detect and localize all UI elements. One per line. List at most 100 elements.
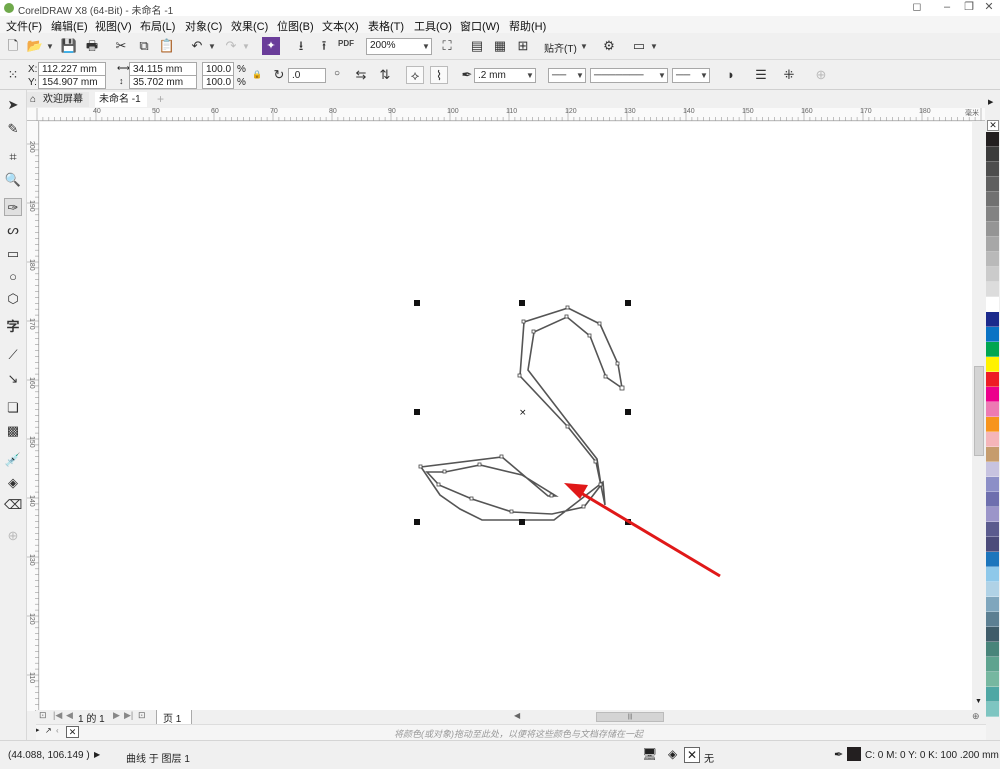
color-swatch[interactable]	[986, 147, 999, 162]
x-position-input[interactable]: 112.227 mm	[38, 62, 106, 76]
polygon-tool-icon[interactable]: ⬡	[4, 290, 22, 308]
rotation-angle-input[interactable]: .0	[288, 68, 326, 83]
vertical-scrollbar[interactable]: ▼	[972, 121, 985, 711]
color-swatch[interactable]	[986, 507, 999, 522]
color-swatch[interactable]	[986, 417, 999, 432]
color-swatch[interactable]	[986, 402, 999, 417]
cut-icon[interactable]: ✂	[112, 37, 130, 55]
zoom-navigator-icon[interactable]: ⊕	[972, 711, 980, 722]
node-tool-icon[interactable]: ⟡	[406, 66, 424, 84]
color-swatch[interactable]	[986, 327, 999, 342]
scroll-left-icon[interactable]: ◀	[514, 711, 520, 720]
scroll-down-icon[interactable]: ▼	[975, 698, 982, 705]
color-swatch[interactable]	[986, 132, 999, 147]
horizontal-scroll-thumb[interactable]: |||	[596, 712, 664, 722]
trim-icon[interactable]: ⌇	[430, 66, 448, 84]
add-tool-icon[interactable]: ⊕	[4, 527, 22, 545]
color-swatch[interactable]	[986, 462, 999, 477]
full-screen-icon[interactable]: ⛶	[438, 37, 456, 55]
print-icon[interactable]: 🖶	[83, 37, 101, 55]
snap-to-menu[interactable]: 贴齐(T)	[544, 40, 577, 55]
lock-ratio-icon[interactable]: 🔒	[252, 70, 262, 79]
menu-text[interactable]: 文本(X)	[322, 18, 359, 34]
launcher-dropdown-icon[interactable]: ▼	[650, 42, 658, 51]
fill-bucket-icon[interactable]: ◈	[668, 747, 677, 761]
outline-pen-status-icon[interactable]: ✒	[834, 748, 843, 761]
handle-bottom-left[interactable]	[414, 519, 420, 525]
prev-page-icon[interactable]: |◀	[53, 710, 62, 721]
pen-tool-icon[interactable]: ✑	[4, 198, 22, 216]
color-swatch[interactable]	[986, 312, 999, 327]
publish-pdf-icon[interactable]: PDF	[338, 39, 354, 48]
options-gear-icon[interactable]: ⚙	[600, 37, 618, 55]
handle-middle-left[interactable]	[414, 409, 420, 415]
color-swatch[interactable]	[986, 567, 999, 582]
color-swatch[interactable]	[986, 297, 999, 312]
line-style-dropdown-icon[interactable]: ▼	[658, 71, 666, 80]
smart-fill-icon[interactable]: ⌫	[4, 496, 22, 514]
menu-view[interactable]: 视图(V)	[95, 18, 132, 34]
no-color-swatch[interactable]: ✕	[66, 726, 79, 738]
menu-layout[interactable]: 布局(L)	[140, 18, 175, 34]
close-curve-icon[interactable]: ◗	[722, 66, 740, 84]
undo-icon[interactable]: ↶	[188, 37, 206, 55]
application-launcher-icon[interactable]: ▭	[630, 37, 648, 55]
color-swatch[interactable]	[986, 282, 999, 297]
tab-welcome[interactable]: ⌂ 欢迎屏幕	[27, 92, 89, 107]
y-position-input[interactable]: 154.907 mm	[38, 75, 106, 89]
add-page-icon[interactable]: ⊡	[138, 710, 146, 721]
outline-width-dropdown-icon[interactable]: ▼	[526, 71, 534, 80]
color-swatch[interactable]	[986, 537, 999, 552]
line-style-select[interactable]: ───────	[590, 68, 668, 83]
mirror-horizontal-icon[interactable]: ⇆	[352, 66, 370, 84]
color-swatch[interactable]	[986, 702, 999, 717]
color-swatch[interactable]	[986, 387, 999, 402]
handle-top-right[interactable]	[625, 300, 631, 306]
color-proof-icon[interactable]: 🖥	[642, 747, 657, 761]
drawing-canvas[interactable]: ×	[40, 122, 985, 710]
color-swatch[interactable]	[986, 687, 999, 702]
save-icon[interactable]: 💾	[60, 37, 78, 55]
color-swatch[interactable]	[986, 597, 999, 612]
color-swatch[interactable]	[986, 192, 999, 207]
color-swatch[interactable]	[986, 612, 999, 627]
handle-bottom-center[interactable]	[519, 519, 525, 525]
undo-dropdown-icon[interactable]: ▼	[208, 42, 216, 51]
handle-top-left[interactable]	[414, 300, 420, 306]
menu-edit[interactable]: 编辑(E)	[51, 18, 88, 34]
docker-expand-icon[interactable]: ▶	[988, 98, 993, 106]
color-swatch[interactable]	[986, 672, 999, 687]
zoom-dropdown-icon[interactable]: ▼	[422, 42, 430, 51]
color-swatch[interactable]	[986, 657, 999, 672]
new-document-icon[interactable]: 🗋	[4, 37, 22, 55]
height-input[interactable]: 35.702 mm	[129, 75, 197, 89]
search-content-icon[interactable]: ✦	[262, 37, 280, 55]
status-expand-icon[interactable]: ▶	[94, 750, 100, 759]
paste-icon[interactable]: 📋	[158, 37, 176, 55]
crop-tool-icon[interactable]: ⌗	[4, 148, 22, 166]
show-rulers-icon[interactable]: ▤	[468, 37, 486, 55]
menu-bitmaps[interactable]: 位图(B)	[277, 18, 314, 34]
horizontal-scrollbar[interactable]: ◀ ||| ⊕	[514, 711, 980, 723]
handle-top-center[interactable]	[519, 300, 525, 306]
shape-tool-icon[interactable]: ✎	[4, 120, 22, 138]
color-swatch[interactable]	[986, 522, 999, 537]
color-swatch[interactable]	[986, 267, 999, 282]
color-swatch[interactable]	[986, 372, 999, 387]
add-tab-icon[interactable]: +	[157, 92, 164, 106]
tab-document[interactable]: 未命名 -1	[95, 92, 147, 107]
transparency-icon[interactable]: ▩	[4, 422, 22, 440]
menu-window[interactable]: 窗口(W)	[460, 18, 500, 34]
quick-customize-icon[interactable]: ⁜	[780, 66, 798, 84]
menu-file[interactable]: 文件(F)	[6, 18, 42, 34]
first-page-icon[interactable]: ⊡	[39, 710, 47, 721]
color-swatch[interactable]	[986, 582, 999, 597]
connector-tool-icon[interactable]: ↘	[4, 370, 22, 388]
object-origin-icon[interactable]: ⁙	[4, 66, 22, 84]
user-icon[interactable]: ◻	[908, 1, 926, 14]
eyedropper-icon[interactable]: 💉	[4, 451, 22, 469]
color-swatch[interactable]	[986, 252, 999, 267]
start-arrow-dropdown-icon[interactable]: ▼	[576, 71, 584, 80]
text-tool-icon[interactable]: 字	[4, 318, 22, 336]
close-icon[interactable]: ✕	[980, 1, 998, 14]
